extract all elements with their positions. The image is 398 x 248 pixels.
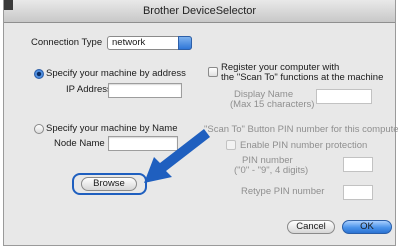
address-radio-label: Specify your machine by address	[46, 68, 186, 79]
pin-number-hint: ("0" - "9", 4 digits)	[234, 165, 309, 176]
browse-button[interactable]: Browse	[81, 177, 137, 191]
ip-address-input[interactable]	[108, 83, 182, 98]
register-checkbox[interactable]	[208, 67, 218, 77]
register-label-line2: the "Scan To" functions at the machine	[221, 72, 384, 83]
window-corner	[4, 0, 13, 10]
radio-by-address[interactable]	[34, 69, 44, 79]
arrow-pointer-icon	[144, 129, 210, 183]
pin-heading: "Scan To" Button PIN number for this com…	[204, 124, 398, 135]
radio-by-name[interactable]	[34, 124, 44, 134]
enable-pin-checkbox[interactable]	[226, 140, 236, 150]
chevron-updown-icon	[178, 36, 192, 50]
connection-type-label: Connection Type	[31, 37, 103, 48]
connection-type-value: network	[112, 37, 146, 48]
retype-pin-input[interactable]	[343, 185, 373, 200]
connection-type-select[interactable]: network	[107, 36, 192, 50]
display-name-hint: (Max 15 characters)	[230, 99, 315, 110]
node-name-label: Node Name	[54, 138, 105, 149]
enable-pin-label: Enable PIN number protection	[240, 140, 368, 151]
display-name-input[interactable]	[316, 89, 372, 104]
ok-button[interactable]: OK	[342, 220, 392, 234]
window-title: Brother DeviceSelector	[4, 0, 395, 23]
retype-pin-label: Retype PIN number	[241, 186, 325, 197]
pin-number-input[interactable]	[343, 157, 373, 172]
ip-address-label: IP Address	[66, 84, 112, 95]
cancel-button[interactable]: Cancel	[287, 220, 335, 234]
device-selector-window: Brother DeviceSelector Connection Type n…	[3, 0, 398, 246]
